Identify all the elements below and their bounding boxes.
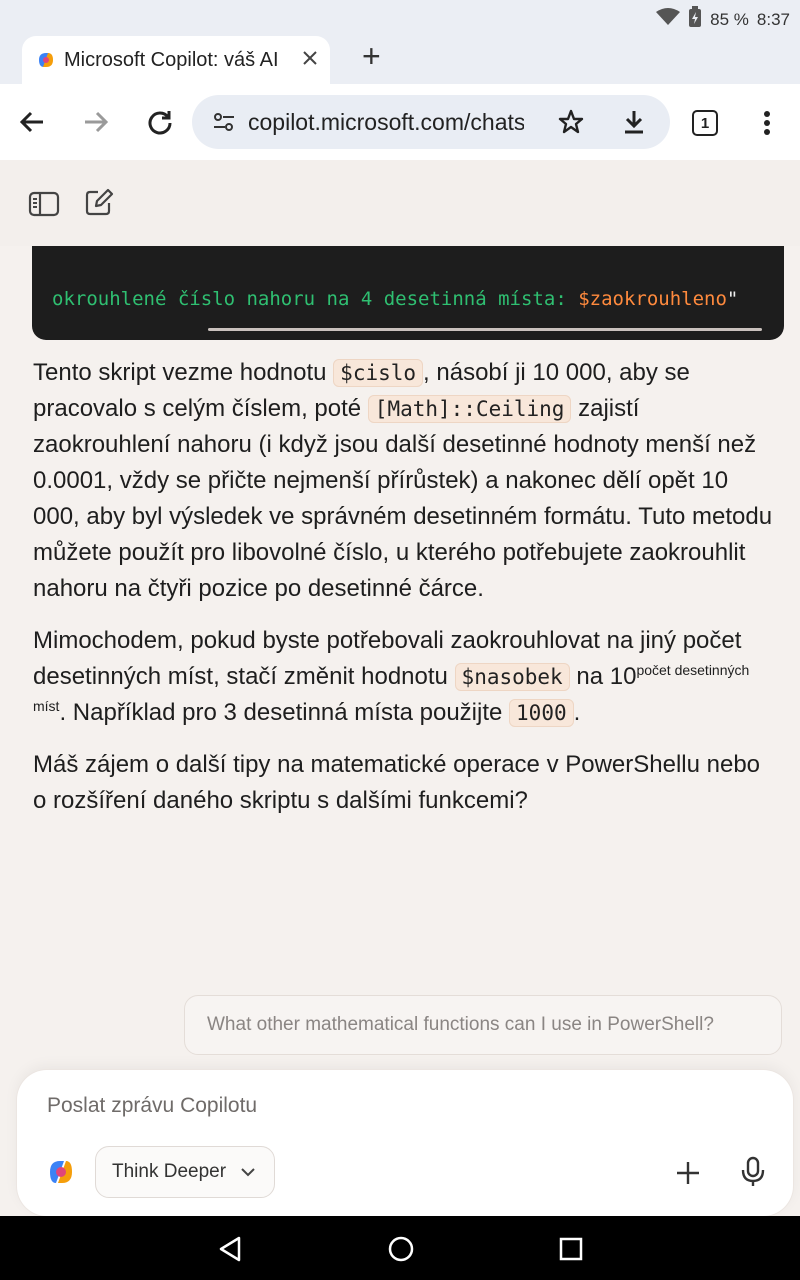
app-header [0, 160, 800, 246]
battery-percent: 85 % [710, 9, 749, 29]
message-paragraph: Tento skript vezme hodnotu $cislo, násob… [33, 359, 773, 602]
assistant-message: Tento skript vezme hodnotu $cislo, násob… [33, 355, 778, 835]
inline-code: $nasobek [454, 663, 570, 691]
site-settings-icon[interactable] [212, 111, 236, 133]
tab-switcher-button[interactable]: 1 [690, 108, 720, 138]
message-composer: Poslat zprávu Copilotu Think Deeper [17, 1070, 793, 1216]
nav-recents-icon[interactable] [559, 1237, 583, 1266]
microphone-icon[interactable] [739, 1156, 767, 1193]
battery-icon [688, 6, 702, 33]
close-tab-icon[interactable] [300, 48, 320, 73]
think-deeper-label: Think Deeper [112, 1161, 227, 1182]
new-tab-button[interactable]: + [362, 38, 381, 75]
suggestion-chip[interactable]: What other mathematical functions can I … [184, 995, 782, 1055]
clock: 8:37 [756, 9, 790, 29]
status-bar: 85 % 8:37 [0, 0, 800, 34]
download-icon[interactable] [620, 108, 648, 141]
android-nav-bar [0, 1216, 800, 1280]
back-button[interactable] [14, 104, 50, 140]
code-scrollbar[interactable] [208, 328, 762, 331]
code-quote: " [726, 288, 739, 310]
reload-button[interactable] [142, 104, 178, 140]
nav-home-icon[interactable] [387, 1235, 415, 1268]
copilot-logo-icon [45, 1156, 77, 1193]
code-variable: $zaokrouhleno [578, 288, 727, 310]
browser-toolbar: copilot.microsoft.com/chats 1 [0, 84, 800, 160]
sidebar-toggle-icon[interactable] [28, 190, 60, 223]
reload-icon [148, 111, 172, 135]
tab-title: Microsoft Copilot: váš AI [64, 48, 279, 71]
copilot-favicon-icon [36, 50, 56, 70]
inline-code: [Math]::Ceiling [367, 395, 572, 423]
code-block[interactable]: okrouhlené číslo nahoru na 4 desetinná m… [32, 246, 784, 340]
code-text: okrouhlené číslo nahoru na 4 desetinná m… [52, 288, 579, 310]
message-paragraph: Máš zájem o další tipy na matematické op… [33, 751, 761, 814]
tab-strip: Microsoft Copilot: váš AI + [0, 34, 800, 84]
more-vert-icon [764, 111, 770, 135]
url-text: copilot.microsoft.com/chats [248, 108, 524, 135]
new-chat-icon[interactable] [84, 188, 114, 223]
bookmark-star-icon[interactable] [557, 108, 585, 141]
inline-code: $cislo [333, 359, 424, 387]
forward-button[interactable] [78, 104, 114, 140]
wifi-icon [656, 8, 681, 31]
inline-code: 1000 [509, 699, 574, 727]
browser-tab[interactable]: Microsoft Copilot: váš AI [22, 36, 330, 84]
chevron-down-icon [240, 1167, 256, 1177]
attach-plus-icon[interactable] [675, 1160, 701, 1191]
browser-menu-button[interactable] [752, 106, 782, 140]
nav-back-icon[interactable] [218, 1236, 242, 1267]
tab-count: 1 [692, 110, 718, 136]
arrow-right-icon [85, 111, 109, 133]
status-icons: 85 % 8:37 [656, 6, 790, 33]
think-deeper-button[interactable]: Think Deeper [95, 1146, 275, 1198]
address-bar[interactable]: copilot.microsoft.com/chats [192, 95, 670, 149]
arrow-left-icon [19, 111, 43, 133]
message-paragraph: Mimochodem, pokud byste potřebovali zaok… [33, 627, 750, 727]
code-line: okrouhlené číslo nahoru na 4 desetinná m… [52, 288, 738, 310]
message-input[interactable]: Poslat zprávu Copilotu [47, 1094, 257, 1118]
